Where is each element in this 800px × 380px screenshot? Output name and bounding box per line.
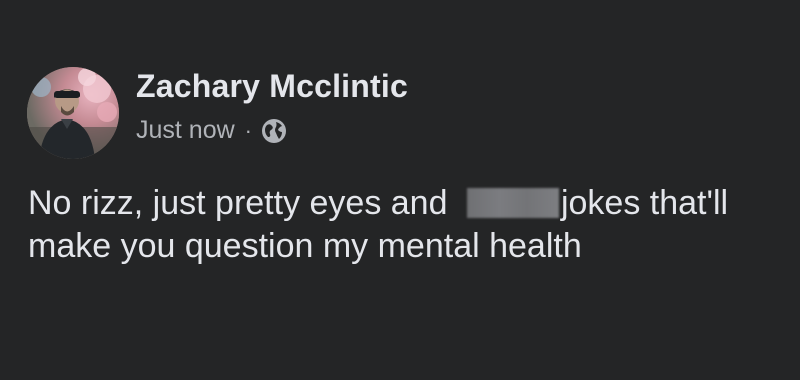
- profile-photo-icon: [27, 67, 119, 159]
- post-timestamp[interactable]: Just now: [136, 116, 235, 145]
- meta-separator: ·: [244, 117, 252, 143]
- avatar[interactable]: [27, 67, 119, 159]
- globe-icon[interactable]: [261, 118, 287, 144]
- author-name[interactable]: Zachary Mcclintic: [136, 68, 408, 105]
- post-text-part-1: No rizz, just pretty eyes and: [28, 184, 457, 222]
- post-card: Zachary Mcclintic Just now · No rizz, ju…: [0, 0, 800, 380]
- redacted-word: [466, 188, 559, 218]
- post-meta: Just now ·: [136, 116, 287, 145]
- post-body: No rizz, just pretty eyes and jokes that…: [28, 182, 788, 268]
